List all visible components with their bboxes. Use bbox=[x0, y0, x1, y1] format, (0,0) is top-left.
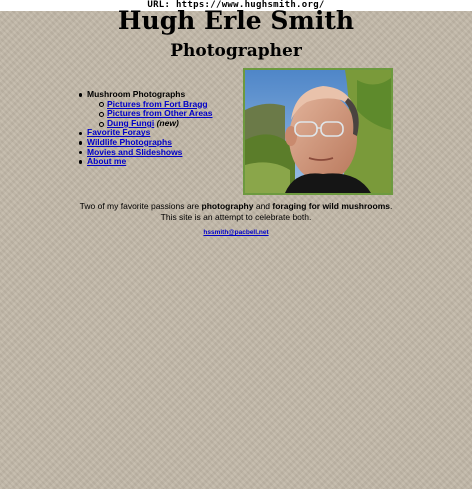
page-subtitle: Photographer bbox=[170, 41, 302, 61]
other-areas-link[interactable]: Pictures from Other Areas bbox=[107, 108, 213, 118]
mushroom-photographs-heading: Mushroom Photographs bbox=[87, 89, 186, 99]
movies-link[interactable]: Movies and Slideshows bbox=[87, 147, 182, 157]
email-link[interactable]: hssmith@pacbell.net bbox=[203, 229, 268, 236]
intro-photography: photography bbox=[201, 201, 254, 211]
nav-item-mushroom-photographs: Mushroom Photographs Pictures from Fort … bbox=[79, 89, 213, 129]
intro-part1: Two of my favorite passions are bbox=[79, 201, 202, 211]
intro-line2: This site is an attempt to celebrate bot… bbox=[160, 211, 312, 222]
portrait-image bbox=[245, 70, 391, 193]
fort-bragg-link[interactable]: Pictures from Fort Bragg bbox=[107, 99, 208, 109]
dung-fungi-link[interactable]: Dung Fungi bbox=[107, 118, 154, 128]
intro-part2: and bbox=[253, 201, 273, 211]
favorite-forays-link[interactable]: Favorite Forays bbox=[87, 127, 150, 138]
portrait-photo bbox=[243, 68, 393, 195]
intro-text: Two of my favorite passions are photogra… bbox=[0, 201, 472, 222]
page-title: Hugh Erle Smith bbox=[117, 6, 355, 35]
mushroom-submenu: Pictures from Fort Bragg Pictures from O… bbox=[87, 99, 213, 129]
new-badge: (new) bbox=[156, 117, 179, 128]
contact-email-row: hssmith@pacbell.net bbox=[0, 229, 472, 236]
intro-foraging: foraging for wild mushrooms bbox=[272, 201, 390, 211]
site-navigation: Mushroom Photographs Pictures from Fort … bbox=[79, 89, 213, 167]
intro-part3: . bbox=[389, 201, 393, 211]
nav-item-about: About me bbox=[79, 156, 213, 167]
wildlife-link[interactable]: Wildlife Photographs bbox=[87, 137, 172, 147]
about-me-link[interactable]: About me bbox=[87, 156, 126, 166]
